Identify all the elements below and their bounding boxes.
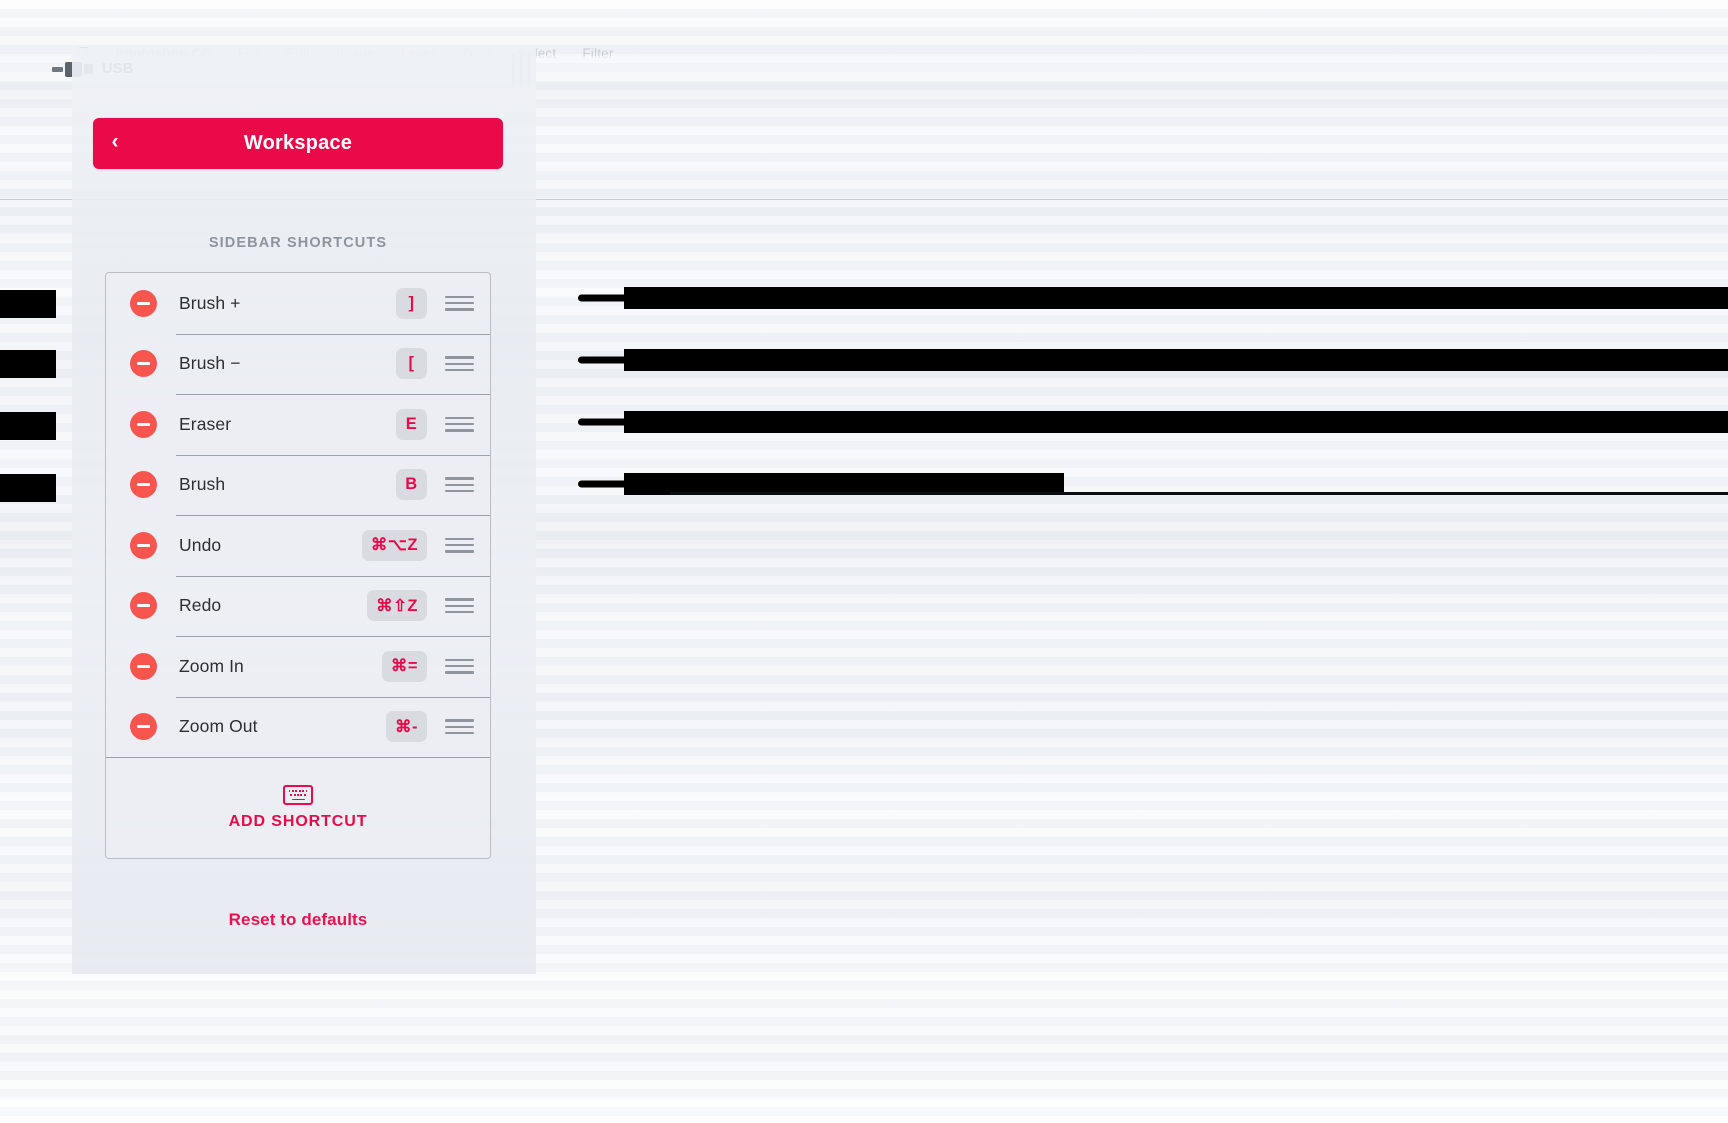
remove-shortcut-button[interactable] [130, 592, 157, 620]
remove-shortcut-button[interactable] [130, 713, 157, 741]
shortcut-key-badge[interactable]: E [396, 408, 427, 440]
shortcut-row: Zoom Out ⌘- [106, 696, 490, 758]
shortcut-list-card: Brush +] Brush − [ Eraser E Brush B Undo ⌘⌥Z Redo… [105, 272, 491, 859]
redaction-bar-left [0, 290, 56, 318]
shortcut-label: Brush − [179, 353, 241, 374]
shortcut-row: Redo ⌘⇧Z [106, 575, 490, 637]
remove-shortcut-button[interactable] [130, 350, 157, 378]
shortcut-key-badge[interactable]: ⌘⇧Z [367, 590, 427, 622]
bottom-rule-1 [670, 492, 1728, 495]
page-title: Workspace [243, 132, 353, 154]
drag-handle-icon[interactable] [445, 477, 474, 493]
shortcut-label: Eraser [179, 413, 232, 434]
shortcut-row: Eraser E [106, 394, 490, 455]
drag-handle-icon[interactable] [445, 537, 474, 553]
redaction-bar-left [0, 350, 56, 378]
shortcut-key-badge[interactable]: B [396, 469, 427, 501]
annotation-callout [578, 349, 1728, 371]
shortcut-label: Zoom Out [179, 716, 258, 737]
shortcut-key-badge[interactable]: ] [396, 287, 427, 319]
reset-to-defaults-link[interactable]: Reset to defaults [0, 910, 596, 930]
callout-redaction-bar [624, 411, 1728, 433]
annotation-callout [578, 287, 1728, 309]
drag-handle-icon[interactable] [445, 719, 474, 735]
shortcut-row: Brush − [ [106, 333, 490, 395]
remove-shortcut-button[interactable] [130, 410, 157, 438]
remove-shortcut-button[interactable] [130, 289, 157, 317]
shortcut-key-badge[interactable]: ⌘- [386, 711, 427, 743]
shortcut-row: Brush +] [106, 273, 490, 334]
remove-shortcut-button[interactable] [130, 652, 157, 680]
annotation-callout [578, 411, 1728, 433]
add-shortcut-label: ADD SHORTCUT [228, 813, 368, 830]
section-header-sidebar-shortcuts: SIDEBAR SHORTCUTS [208, 235, 388, 251]
remove-shortcut-button[interactable] [130, 471, 157, 499]
shortcut-key-badge[interactable]: ⌘= [381, 650, 427, 682]
callout-redaction-bar [624, 287, 1728, 309]
shortcut-row: Brush B [106, 454, 490, 516]
redaction-bar-left [0, 412, 56, 440]
drag-handle-icon[interactable] [445, 356, 474, 372]
drag-handle-icon[interactable] [445, 658, 474, 674]
shortcut-row: Zoom In ⌘= [106, 636, 490, 697]
shortcut-label: Redo [179, 595, 222, 616]
shortcut-row: Undo ⌘⌥Z [106, 515, 490, 576]
workspace-header-bar: ‹ Workspace [93, 118, 503, 169]
shortcut-label: Undo [179, 534, 222, 555]
keyboard-icon [283, 785, 313, 805]
shortcut-label: Zoom In [179, 655, 244, 676]
drag-handle-icon[interactable] [445, 416, 474, 432]
redaction-bar-left [0, 474, 56, 502]
callout-redaction-bar [624, 349, 1728, 371]
shortcut-key-badge[interactable]: [ [396, 348, 427, 380]
drag-handle-icon[interactable] [445, 295, 474, 311]
remove-shortcut-button[interactable] [130, 531, 157, 559]
shortcut-label: Brush + [179, 292, 241, 313]
drag-handle-icon[interactable] [445, 598, 474, 614]
shortcut-label: Brush [179, 474, 226, 495]
add-shortcut-button[interactable]: ADD SHORTCUT [106, 757, 490, 858]
shortcut-key-badge[interactable]: ⌘⌥Z [361, 529, 427, 561]
